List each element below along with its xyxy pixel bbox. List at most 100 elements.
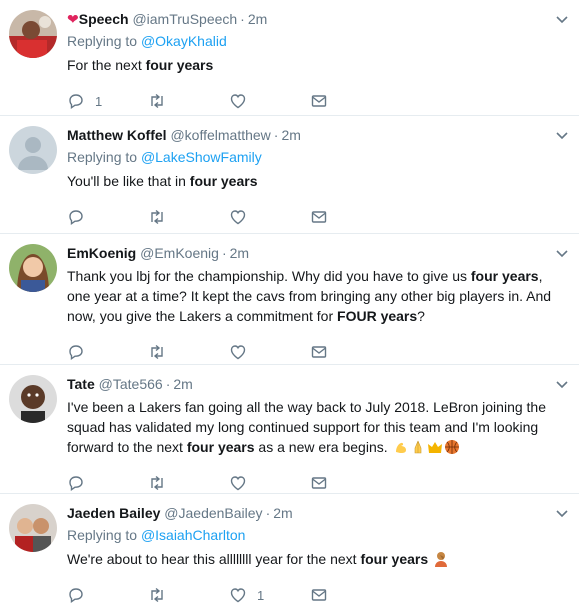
tweet[interactable]: Matthew Koffel @koffelmatthew · 2m Replyin… xyxy=(0,116,579,234)
basketball-emoji xyxy=(444,439,460,455)
tweet-text: Thank you lbj for the championship. Why … xyxy=(67,266,567,326)
like-button[interactable] xyxy=(229,208,310,226)
retweet-button[interactable] xyxy=(148,586,229,604)
tweet[interactable]: Tate @Tate566 · 2m I've been a Lakers fan … xyxy=(0,365,579,494)
avatar[interactable] xyxy=(9,10,57,58)
replying-to-label: Replying to xyxy=(67,527,138,543)
direct-message-button[interactable] xyxy=(310,474,391,492)
replying-to: Replying to @LakeShowFamily xyxy=(67,147,567,167)
reply-icon xyxy=(69,210,83,226)
user-handle[interactable]: @koffelmatthew xyxy=(170,127,270,143)
like-button[interactable] xyxy=(229,343,310,361)
replying-to-label: Replying to xyxy=(67,33,138,49)
tweet-actions xyxy=(67,336,567,368)
highlighted-term: four years xyxy=(360,551,429,567)
text-segment: ? xyxy=(417,308,425,324)
avatar[interactable] xyxy=(9,244,57,292)
text-segment xyxy=(428,551,432,567)
timestamp[interactable]: 2m xyxy=(248,11,267,27)
display-name[interactable]: Tate xyxy=(67,376,95,392)
reply-icon xyxy=(69,94,83,110)
direct-message-button[interactable] xyxy=(310,92,391,110)
reply-button[interactable] xyxy=(67,586,148,604)
heart-icon xyxy=(230,588,246,603)
heart-icon xyxy=(230,345,246,360)
tweet[interactable]: EmKoenig @EmKoenig · 2m Thank you lbj for … xyxy=(0,234,579,365)
avatar[interactable] xyxy=(9,126,57,174)
retweet-button[interactable] xyxy=(148,208,229,226)
tweet-text: I've been a Lakers fan going all the way… xyxy=(67,397,567,457)
retweet-icon xyxy=(151,344,163,360)
reply-mention-link[interactable]: @IsaiahCharlton xyxy=(141,527,246,543)
tweet-actions: 1 xyxy=(67,579,567,604)
retweet-icon xyxy=(151,93,163,109)
display-name[interactable]: EmKoenig xyxy=(67,245,136,261)
separator-dot: · xyxy=(165,376,171,392)
display-name[interactable]: Jaeden Bailey xyxy=(67,505,160,521)
reply-feed: ❤︎Speech @iamTruSpeech · 2m Replying to @O… xyxy=(0,0,579,604)
user-handle[interactable]: @EmKoenig xyxy=(140,245,219,261)
retweet-icon xyxy=(151,475,163,491)
timestamp[interactable]: 2m xyxy=(173,376,192,392)
broken-heart-icon: ❤︎ xyxy=(67,11,79,27)
user-handle[interactable]: @iamTruSpeech xyxy=(132,11,237,27)
reply-button[interactable]: 1 xyxy=(67,92,148,110)
user-handle[interactable]: @JaedenBailey xyxy=(164,505,262,521)
like-button[interactable]: 1 xyxy=(229,586,310,604)
like-button[interactable] xyxy=(229,92,310,110)
heart-icon xyxy=(230,210,246,225)
replying-to-label: Replying to xyxy=(67,149,138,165)
retweet-icon xyxy=(151,209,163,225)
display-name[interactable]: Matthew Koffel xyxy=(67,127,167,143)
separator-dot: · xyxy=(273,127,279,143)
display-name[interactable]: Speech xyxy=(79,11,129,27)
mail-icon xyxy=(311,346,327,358)
retweet-button[interactable] xyxy=(148,343,229,361)
retweet-button[interactable] xyxy=(148,92,229,110)
chevron-down-icon[interactable] xyxy=(555,377,569,391)
mail-icon xyxy=(311,211,327,223)
text-segment: Thank you lbj for the championship. Why … xyxy=(67,268,471,284)
tweet-text: We're about to hear this allllllll year … xyxy=(67,549,567,569)
reply-icon xyxy=(69,588,83,604)
separator-dot: · xyxy=(240,11,245,27)
user-handle[interactable]: @Tate566 xyxy=(99,376,163,392)
tweet-header: Jaeden Bailey @JaedenBailey · 2m xyxy=(67,504,567,522)
tweet-header: EmKoenig @EmKoenig · 2m xyxy=(67,244,567,262)
direct-message-button[interactable] xyxy=(310,343,391,361)
text-segment: We're about to hear this allllllll year … xyxy=(67,551,361,567)
separator-dot: · xyxy=(265,505,271,521)
chevron-down-icon[interactable] xyxy=(555,12,569,26)
like-button[interactable] xyxy=(229,474,310,492)
text-segment: You'll be like that in xyxy=(67,173,190,189)
tweet-text: You'll be like that in four years xyxy=(67,171,567,191)
direct-message-button[interactable] xyxy=(310,586,391,604)
highlighted-term: four years xyxy=(189,173,258,189)
retweet-button[interactable] xyxy=(148,474,229,492)
reply-mention-link[interactable]: @OkayKhalid xyxy=(141,33,227,49)
reply-icon xyxy=(69,476,83,492)
separator-dot: · xyxy=(221,245,227,261)
heart-icon xyxy=(230,476,246,491)
timestamp[interactable]: 2m xyxy=(230,245,249,261)
reply-button[interactable] xyxy=(67,343,148,361)
tweet[interactable]: Jaeden Bailey @JaedenBailey · 2m Replying … xyxy=(0,494,579,604)
direct-message-button[interactable] xyxy=(310,208,391,226)
tweet[interactable]: ❤︎Speech @iamTruSpeech · 2m Replying to @O… xyxy=(0,0,579,116)
reply-button[interactable] xyxy=(67,474,148,492)
reply-button[interactable] xyxy=(67,208,148,226)
timestamp[interactable]: 2m xyxy=(273,505,292,521)
chevron-down-icon[interactable] xyxy=(555,128,569,142)
chevron-down-icon[interactable] xyxy=(555,246,569,260)
timestamp[interactable]: 2m xyxy=(281,127,300,143)
text-segment: as a new era begins. xyxy=(254,439,392,455)
highlighted-term: four years xyxy=(470,268,539,284)
tweet-actions xyxy=(67,201,567,233)
tweet-text: For the next four years xyxy=(67,55,567,75)
avatar[interactable] xyxy=(9,375,57,423)
avatar[interactable] xyxy=(9,504,57,552)
chevron-down-icon[interactable] xyxy=(555,506,569,520)
reply-mention-link[interactable]: @LakeShowFamily xyxy=(141,149,262,165)
folded-hands-emoji xyxy=(410,439,426,455)
retweet-icon xyxy=(151,587,163,603)
